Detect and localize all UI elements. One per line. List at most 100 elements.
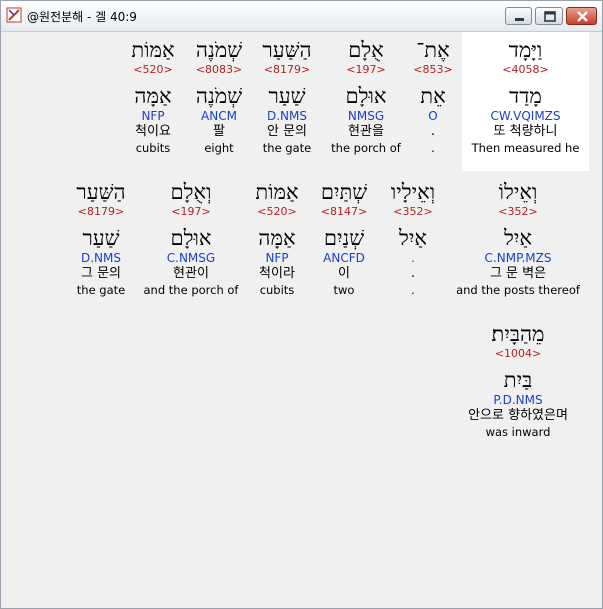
word-block[interactable]: הַשַּׁעַר <8179> שַׁעַר D.NMS 안 문의 the g…	[254, 32, 320, 155]
english-gloss: Then measured he	[471, 141, 580, 155]
english-gloss: cubits	[259, 283, 295, 297]
morph-code: NMSG	[347, 109, 385, 123]
interlinear-panel[interactable]: וַיָּמָד <4058> מָדַד CW.VQIMZS 또 척량하니 T…	[4, 32, 599, 607]
title-bar[interactable]: @원전분해 - 겔 40:9	[1, 1, 602, 32]
hebrew-surface: הַשַּׁעַר	[262, 38, 312, 62]
close-icon	[577, 11, 588, 22]
word-block[interactable]: וְאֵילוֹ <352> אַיִל C.NMP.MZS 그 문 벽은 an…	[454, 174, 582, 297]
korean-gloss: .	[430, 124, 436, 139]
hebrew-surface: וְאֵילָיו	[390, 180, 436, 204]
word-block[interactable]: שְׁתַּיִם <8147> שְׁנַיִם ANCFD 이 two	[314, 174, 374, 297]
english-gloss: and the posts thereof	[456, 283, 580, 297]
hebrew-surface: אֻלָם	[348, 38, 384, 62]
strong-number[interactable]: <8179>	[254, 63, 320, 79]
hebrew-lemma: אַיִל	[504, 226, 532, 250]
hebrew-lemma: אַיִל	[399, 226, 427, 250]
strong-number[interactable]: <352>	[383, 205, 443, 221]
word-block[interactable]: שְׁמֹנֶה <8083> שְׁמֹנֶה ANCM 팔 eight	[189, 32, 249, 155]
hebrew-surface: אֶת־	[416, 38, 450, 62]
korean-gloss: 척이요	[135, 124, 171, 139]
strong-number[interactable]: <8083>	[189, 63, 249, 79]
hebrew-surface: וַיָּמָד	[508, 38, 543, 62]
hebrew-surface: וְאֻלָם	[170, 180, 212, 204]
hebrew-lemma: אַמָּה	[258, 226, 296, 250]
english-gloss: and the porch of	[143, 283, 239, 297]
morph-code: C.NMSG	[166, 251, 216, 265]
app-icon[interactable]	[6, 7, 22, 23]
english-gloss: eight	[204, 141, 234, 155]
hebrew-surface: שְׁתַּיִם	[320, 180, 368, 204]
strong-number[interactable]: <352>	[454, 205, 582, 221]
hebrew-lemma: שְׁמֹנֶה	[195, 84, 243, 108]
hebrew-lemma: אוּלָם	[345, 84, 387, 108]
hebrew-lemma: שְׁנַיִם	[323, 226, 365, 250]
morph-code: NFP	[141, 109, 165, 123]
morph-code: NFP	[265, 251, 289, 265]
morph-code: D.NMS	[80, 251, 121, 265]
korean-gloss: 현관을	[348, 124, 384, 139]
english-gloss: was inward	[485, 425, 551, 439]
strong-number[interactable]: <520>	[247, 205, 307, 221]
morph-code: O	[428, 109, 438, 123]
word-block[interactable]: אַמּוֹת <520> אַמָּה NFP 척이요 cubits	[123, 32, 183, 155]
maximize-button[interactable]	[535, 7, 563, 25]
korean-gloss: 현관이	[173, 266, 209, 281]
word-block[interactable]: מֵהַבָּיִת׃ <1004> בַּיִת P.D.NMS 안으로 향하…	[450, 316, 586, 439]
hebrew-surface: וְאֵילוֹ	[498, 180, 538, 204]
hebrew-surface: שְׁמֹנֶה	[195, 38, 243, 62]
korean-gloss: 그 문의	[80, 266, 121, 281]
korean-gloss: .	[410, 266, 416, 281]
close-button[interactable]	[566, 7, 597, 25]
english-gloss: the gate	[76, 283, 126, 297]
morph-code: CW.VQIMZS	[490, 109, 561, 123]
morph-code: ANCFD	[323, 251, 365, 265]
hebrew-lemma: בַּיִת	[503, 368, 533, 392]
morph-code: C.NMP.MZS	[484, 251, 552, 265]
minimize-icon	[515, 18, 524, 21]
morph-code: D.NMS	[266, 109, 307, 123]
english-gloss: two	[333, 283, 355, 297]
hebrew-surface: אַמּוֹת	[255, 180, 299, 204]
english-gloss: the gate	[262, 141, 312, 155]
korean-gloss: 팔	[213, 124, 225, 139]
morph-code: P.D.NMS	[493, 393, 543, 407]
strong-number[interactable]: <197>	[141, 205, 241, 221]
word-block[interactable]: אֻלָם <197> אוּלָם NMSG 현관을 the porch of	[326, 32, 406, 155]
hebrew-lemma: מָדַד	[509, 84, 542, 108]
strong-number[interactable]: <520>	[123, 63, 183, 79]
word-block[interactable]: וְאֵילָיו <352> אַיִל . . .	[383, 174, 443, 297]
korean-gloss: 또 척량하니	[493, 124, 558, 139]
strong-number[interactable]: <8147>	[314, 205, 374, 221]
window-title: @원전분해 - 겔 40:9	[27, 10, 137, 24]
word-block[interactable]: וְאֻלָם <197> אוּלָם C.NMSG 현관이 and the …	[141, 174, 241, 297]
korean-gloss: 안으로 향하였은며	[468, 408, 568, 423]
hebrew-surface: אַמּוֹת	[131, 38, 175, 62]
korean-gloss: 그 문 벽은	[489, 266, 547, 281]
korean-gloss: 척이라	[259, 266, 295, 281]
hebrew-lemma: אֵת	[420, 84, 446, 108]
strong-number[interactable]: <197>	[326, 63, 406, 79]
word-block[interactable]: אֶת־ <853> אֵת O . .	[408, 32, 458, 155]
strong-number[interactable]: <8179>	[66, 205, 136, 221]
strong-number[interactable]: <4058>	[462, 63, 589, 79]
word-block[interactable]: הַשַּׁעַר <8179> שַׁעַר D.NMS 그 문의 the g…	[66, 174, 136, 297]
hebrew-lemma: שַׁעַר	[82, 226, 120, 250]
minimize-button[interactable]	[505, 7, 532, 25]
strong-number[interactable]: <853>	[408, 63, 458, 79]
hebrew-lemma: אַמָּה	[134, 84, 172, 108]
english-gloss: cubits	[135, 141, 171, 155]
word-block-selected[interactable]: וַיָּמָד <4058> מָדַד CW.VQIMZS 또 척량하니 T…	[462, 32, 589, 171]
english-gloss: the porch of	[331, 141, 401, 155]
english-gloss: .	[431, 141, 435, 155]
hebrew-surface: הַשַּׁעַר	[76, 180, 126, 204]
korean-gloss: 이	[338, 266, 350, 281]
english-gloss: .	[411, 283, 415, 297]
maximize-icon	[544, 11, 556, 22]
hebrew-surface: מֵהַבָּיִת׃	[491, 322, 545, 346]
morph-code: .	[411, 251, 415, 265]
app-window: @원전분해 - 겔 40:9 וַיָּמָד <4058> מָדַד CW.…	[0, 0, 603, 609]
korean-gloss: 안 문의	[266, 124, 307, 139]
word-block[interactable]: אַמּוֹת <520> אַמָּה NFP 척이라 cubits	[247, 174, 307, 297]
morph-code: ANCM	[201, 109, 237, 123]
strong-number[interactable]: <1004>	[450, 347, 586, 363]
